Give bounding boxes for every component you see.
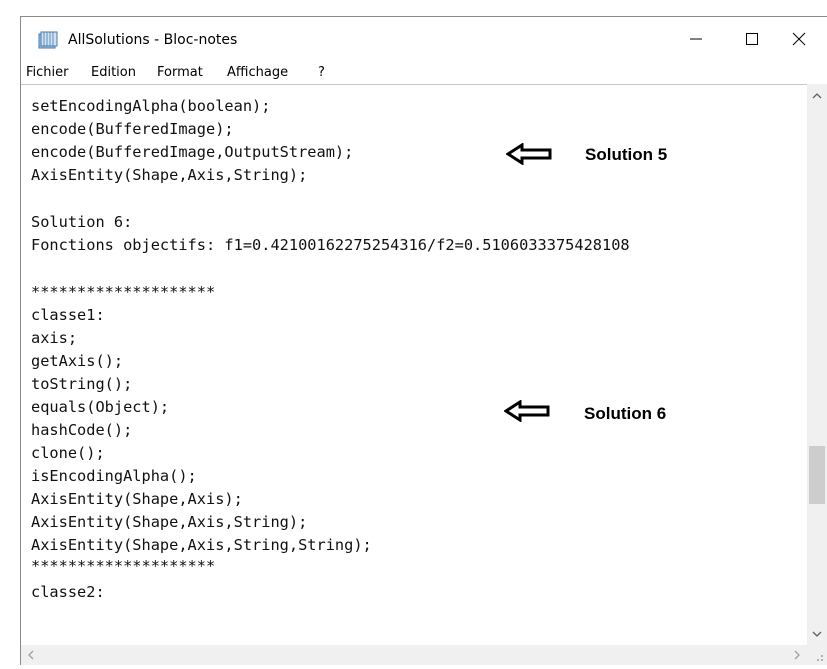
editor-line: axis;: [31, 329, 78, 347]
editor-line: ********************: [31, 283, 216, 301]
menu-fichier[interactable]: Fichier: [26, 65, 69, 80]
menu-affichage[interactable]: Affichage: [227, 65, 288, 80]
minimize-button[interactable]: [668, 17, 724, 61]
close-button[interactable]: [771, 17, 827, 61]
editor-line: classe2:: [31, 583, 105, 601]
resize-grip[interactable]: [807, 645, 827, 665]
minimize-icon: [690, 38, 702, 40]
notepad-window: AllSolutions - Bloc-notes Fichier Editio…: [20, 16, 827, 665]
left-arrow-icon: [504, 400, 550, 422]
editor-line: isEncodingAlpha();: [31, 467, 197, 485]
menu-edition[interactable]: Edition: [91, 65, 136, 80]
editor-line: equals(Object);: [31, 398, 170, 416]
editor-line: encode(BufferedImage,OutputStream);: [31, 143, 354, 161]
close-icon: [792, 32, 806, 46]
scroll-up-icon[interactable]: [812, 92, 822, 100]
solution-6-annotation: Solution 6: [584, 404, 667, 423]
title-bar[interactable]: AllSolutions - Bloc-notes: [21, 17, 827, 61]
horizontal-scrollbar[interactable]: [21, 645, 807, 665]
editor-line: AxisEntity(Shape,Axis,String);: [31, 166, 308, 184]
scroll-right-icon[interactable]: [793, 650, 801, 660]
editor-line: getAxis();: [31, 352, 124, 370]
vertical-scrollbar[interactable]: [807, 84, 827, 645]
notepad-app-icon: [38, 31, 58, 49]
maximize-icon: [746, 33, 758, 45]
scroll-down-icon[interactable]: [812, 630, 822, 638]
menu-format[interactable]: Format: [157, 65, 203, 80]
left-arrow-icon: [506, 143, 552, 165]
editor-line: encode(BufferedImage);: [31, 120, 234, 138]
vertical-scroll-thumb[interactable]: [809, 446, 825, 504]
resize-grip-icon: [817, 655, 823, 661]
editor-line: clone();: [31, 444, 105, 462]
window-title: AllSolutions - Bloc-notes: [68, 32, 238, 48]
editor-line: classe1:: [31, 306, 105, 324]
editor-line: AxisEntity(Shape,Axis,String,String);: [31, 536, 372, 554]
editor-line: toString();: [31, 375, 133, 393]
editor-line: Fonctions objectifs: f1=0.42100162275254…: [31, 236, 630, 254]
menu-help[interactable]: ?: [318, 65, 325, 80]
scroll-left-icon[interactable]: [27, 650, 35, 660]
editor-line: Solution 6:: [31, 213, 133, 231]
editor-line: ********************: [31, 557, 216, 575]
editor-line: AxisEntity(Shape,Axis,String);: [31, 513, 308, 531]
text-editor-area[interactable]: setEncodingAlpha(boolean); encode(Buffer…: [21, 84, 807, 646]
editor-line: AxisEntity(Shape,Axis);: [31, 490, 243, 508]
editor-line: setEncodingAlpha(boolean);: [31, 97, 271, 115]
solution-5-annotation: Solution 5: [585, 145, 668, 164]
menu-bar: Fichier Edition Format Affichage ?: [21, 64, 827, 84]
editor-line: hashCode();: [31, 421, 133, 439]
